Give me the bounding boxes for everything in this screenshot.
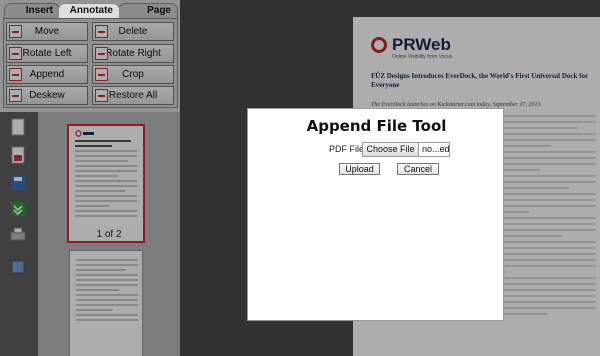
tab-annotate[interactable]: Annotate (58, 3, 120, 18)
choose-file-button[interactable]: Choose File (363, 143, 419, 156)
file-name-text: no...ed (422, 144, 450, 154)
file-input[interactable]: Choose File no...ed (362, 142, 450, 157)
cancel-button[interactable]: Cancel (397, 163, 439, 175)
file-picker-row: PDF File: Choose File no...ed (248, 142, 505, 158)
dialog-title: Append File Tool (306, 117, 447, 135)
upload-button[interactable]: Upload (339, 163, 380, 175)
pdf-file-label: PDF File: (329, 144, 367, 154)
append-file-dialog: Append File Tool PDF File: Choose File n… (247, 108, 504, 321)
